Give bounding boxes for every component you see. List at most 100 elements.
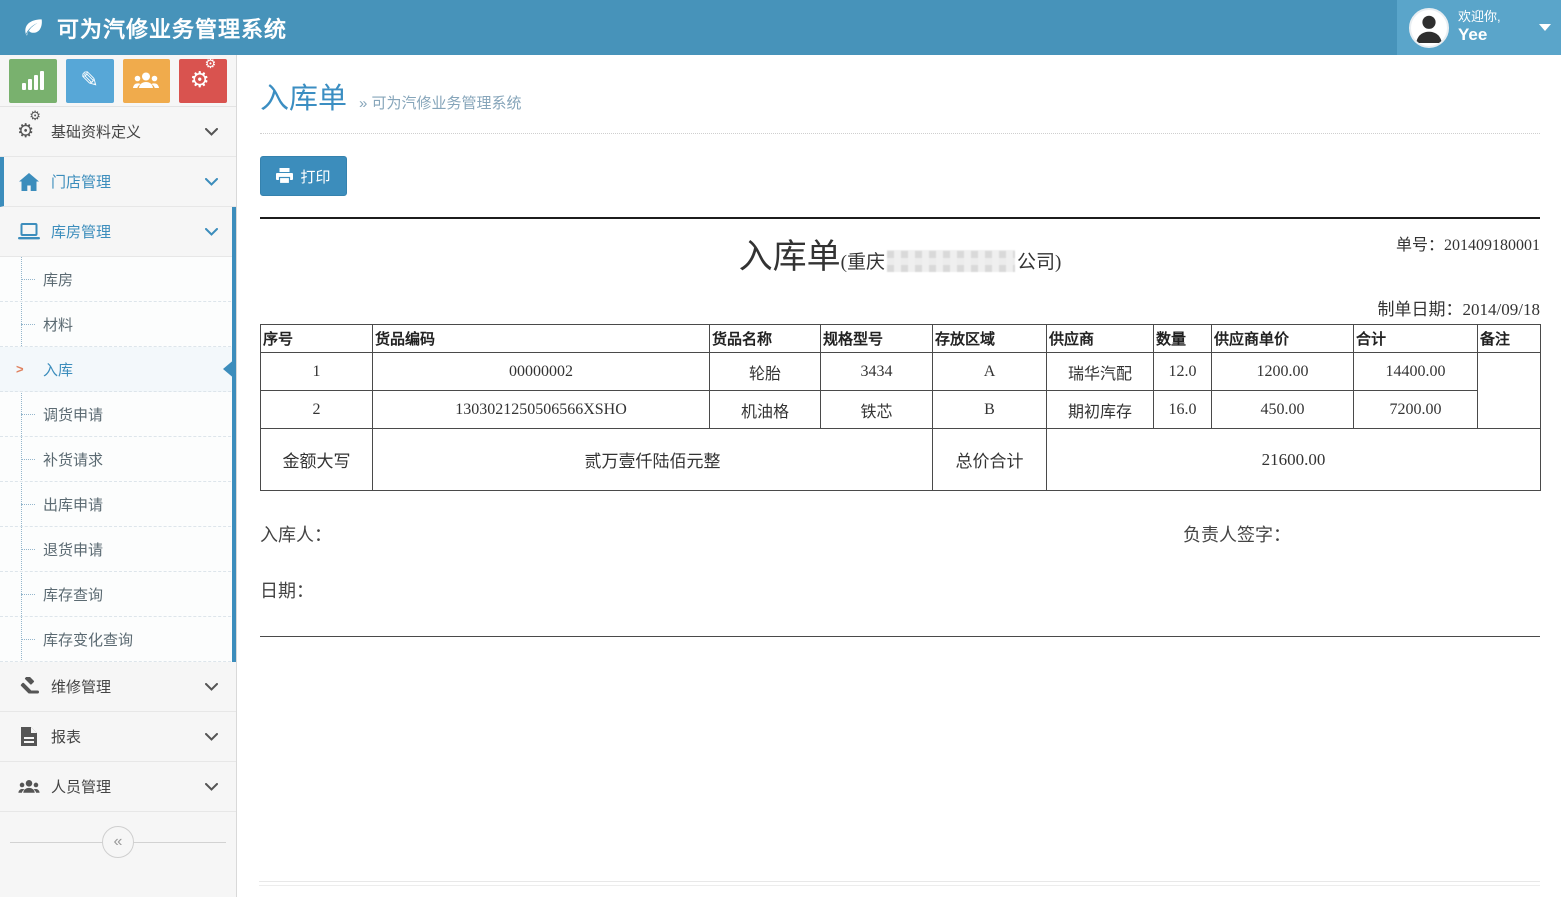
chevron-down-icon[interactable]	[1539, 24, 1551, 31]
cell-zone: B	[933, 391, 1047, 429]
receiver-label: 入库人：	[260, 525, 332, 545]
col-header: 合计	[1354, 325, 1478, 353]
sidebar-item-return-request[interactable]: 退货申请	[0, 527, 236, 572]
quick-buttons-row: ✎ ⚙⚙	[0, 55, 236, 107]
users-icon	[132, 70, 160, 92]
chevron-down-icon	[205, 178, 218, 186]
collapse-sidebar-button[interactable]: «	[102, 826, 134, 858]
cell-zone: A	[933, 353, 1047, 391]
active-marker-icon: >	[16, 362, 24, 377]
summary-row: 金额大写 贰万壹仟陆佰元整 总价合计 21600.00	[261, 429, 1541, 491]
col-header: 货品名称	[710, 325, 821, 353]
submenu-label: 出库申请	[43, 494, 103, 515]
user-menu[interactable]: 欢迎你, Yee	[1397, 0, 1561, 55]
cell-total: 14400.00	[1354, 353, 1478, 391]
chevron-down-icon	[205, 683, 218, 691]
cell-remark	[1478, 353, 1541, 429]
printer-icon	[276, 168, 293, 184]
cell-supplier: 瑞华汽配	[1047, 353, 1154, 391]
company-suffix: 公司)	[1017, 252, 1061, 273]
cell-seq: 1	[261, 353, 373, 391]
user-greeting: 欢迎你, Yee	[1458, 10, 1501, 44]
app-title: 可为汽修业务管理系统	[57, 12, 287, 44]
document-title: 入库单	[739, 239, 841, 276]
col-header: 序号	[261, 325, 373, 353]
sidebar-item-replenish-request[interactable]: 补货请求	[0, 437, 236, 482]
sidebar-item-warehouse[interactable]: 库房管理	[0, 207, 236, 257]
cell-unit-price: 1200.00	[1212, 353, 1354, 391]
page-title: 入库单	[260, 75, 347, 117]
col-header: 供应商单价	[1212, 325, 1354, 353]
grand-total-label: 总价合计	[933, 429, 1047, 491]
users-icon	[16, 778, 42, 796]
manager-signature-label: 负责人签字：	[1183, 521, 1291, 547]
table-header-row: 序号 货品编码 货品名称 规格型号 存放区域 供应商 数量 供应商单价 合计 备…	[261, 325, 1541, 353]
page-head: 入库单 » 可为汽修业务管理系统	[260, 55, 1540, 117]
print-label: 打印	[300, 166, 330, 187]
col-header: 供应商	[1047, 325, 1154, 353]
cell-name: 轮胎	[710, 353, 821, 391]
amount-words-value: 贰万壹仟陆佰元整	[373, 429, 933, 491]
brand: 可为汽修业务管理系统	[0, 0, 287, 55]
sidebar-item-staff[interactable]: 人员管理	[0, 762, 236, 812]
sidebar-item-report[interactable]: 报表	[0, 712, 236, 762]
col-header: 备注	[1478, 325, 1541, 353]
company-prefix: (重庆	[841, 252, 885, 273]
col-header: 规格型号	[821, 325, 933, 353]
cell-name: 机油格	[710, 391, 821, 429]
items-table: 序号 货品编码 货品名称 规格型号 存放区域 供应商 数量 供应商单价 合计 备…	[260, 324, 1541, 491]
edit-button[interactable]: ✎	[66, 59, 114, 103]
made-date: 制单日期：2014/09/18	[260, 295, 1540, 320]
sidebar-menu: ⚙⚙ 基础资料定义 门店管理 库房管理 库房 材料 > 入库 调货申请	[0, 107, 236, 812]
leaf-logo-icon	[20, 15, 46, 41]
cell-spec: 3434	[821, 353, 933, 391]
gears-icon: ⚙⚙	[16, 122, 42, 141]
sidebar-item-transfer-request[interactable]: 调货申请	[0, 392, 236, 437]
cell-qty: 16.0	[1154, 391, 1212, 429]
footer-divider	[259, 881, 1540, 886]
gavel-icon	[16, 677, 42, 696]
sidebar-item-base-data[interactable]: ⚙⚙ 基础资料定义	[0, 107, 236, 157]
submenu-label: 退货申请	[43, 539, 103, 560]
breadcrumb-text: 可为汽修业务管理系统	[372, 95, 522, 112]
sidebar-item-repair[interactable]: 维修管理	[0, 662, 236, 712]
document-bottom-rule	[260, 636, 1540, 637]
submenu-label: 入库	[43, 359, 73, 380]
sidebar-item-label: 报表	[51, 726, 81, 747]
submenu-label: 库存查询	[43, 584, 103, 605]
sidebar-item-outbound-request[interactable]: 出库申请	[0, 482, 236, 527]
username: Yee	[1458, 25, 1501, 45]
sidebar-item-store[interactable]: 门店管理	[0, 157, 236, 207]
header-divider	[260, 133, 1540, 134]
col-header: 存放区域	[933, 325, 1047, 353]
sidebar-item-label: 人员管理	[51, 776, 111, 797]
print-button[interactable]: 打印	[260, 156, 347, 196]
app-header: 可为汽修业务管理系统 欢迎你, Yee	[0, 0, 1561, 55]
settings-button[interactable]: ⚙⚙	[179, 59, 227, 103]
users-button[interactable]	[123, 59, 171, 103]
cell-code: 00000002	[373, 353, 710, 391]
inbound-receipt-document: 入库单(重庆公司) 单号：201409180001 制单日期：2014/09/1…	[260, 217, 1540, 637]
table-row: 1 00000002 轮胎 3434 A 瑞华汽配 12.0 1200.00 1…	[261, 353, 1541, 391]
sidebar-item-inbound[interactable]: > 入库	[0, 347, 236, 392]
submenu-label: 补货请求	[43, 449, 103, 470]
submenu-label: 调货申请	[43, 404, 103, 425]
welcome-text: 欢迎你,	[1458, 10, 1501, 25]
date-label: 日期：	[260, 577, 1540, 603]
document-title-band: 入库单(重庆公司) 单号：201409180001	[260, 219, 1540, 281]
sidebar-item-storeroom[interactable]: 库房	[0, 257, 236, 302]
breadcrumb-arrow: »	[359, 95, 367, 112]
col-header: 数量	[1154, 325, 1212, 353]
table-row: 2 1303021250506566XSHO 机油格 铁芯 B 期初库存 16.…	[261, 391, 1541, 429]
laptop-icon	[16, 223, 42, 240]
company-name: (重庆 公司)	[841, 252, 1062, 273]
cell-supplier: 期初库存	[1047, 391, 1154, 429]
sidebar-item-stock-change-query[interactable]: 库存变化查询	[0, 617, 236, 662]
stats-button[interactable]	[9, 59, 57, 103]
cell-total: 7200.00	[1354, 391, 1478, 429]
grand-total-value: 21600.00	[1047, 429, 1541, 491]
sidebar-item-material[interactable]: 材料	[0, 302, 236, 347]
chevron-down-icon	[205, 783, 218, 791]
sidebar: ✎ ⚙⚙ ⚙⚙ 基础资料定义 门店管理 库房管理	[0, 55, 237, 897]
sidebar-item-stock-query[interactable]: 库存查询	[0, 572, 236, 617]
